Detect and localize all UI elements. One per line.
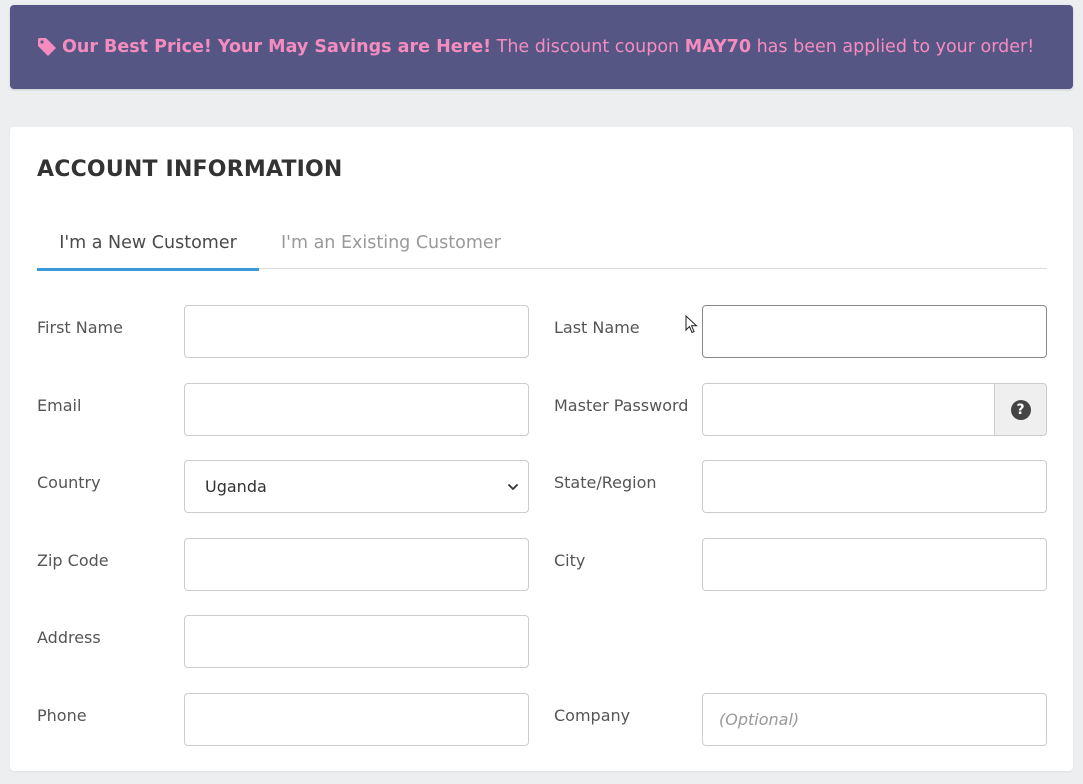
banner-text-after: has been applied to your order! xyxy=(756,37,1035,57)
first-name-input[interactable] xyxy=(184,305,529,358)
banner-text-before: The discount coupon xyxy=(496,37,680,57)
coupon-code: MAY70 xyxy=(684,37,752,57)
account-information-card: ACCOUNT INFORMATION I'm a New Customer I… xyxy=(10,127,1073,771)
chevron-down-icon xyxy=(508,484,518,490)
company-input[interactable] xyxy=(702,693,1047,746)
address-label: Address xyxy=(37,628,101,647)
password-help-button[interactable]: ? xyxy=(995,383,1047,436)
master-password-label: Master Password xyxy=(554,396,689,415)
company-label: Company xyxy=(554,706,631,725)
mouse-cursor-icon xyxy=(685,315,698,334)
last-name-input[interactable] xyxy=(702,305,1047,358)
master-password-input[interactable] xyxy=(702,383,995,436)
promo-banner: Our Best Price! Your May Savings are Her… xyxy=(10,5,1073,89)
customer-tabs: I'm a New Customer I'm an Existing Custo… xyxy=(37,225,1047,271)
country-selected-value: Uganda xyxy=(205,477,267,496)
email-input[interactable] xyxy=(184,383,529,436)
tag-icon xyxy=(38,38,56,56)
email-label: Email xyxy=(37,396,82,415)
first-name-label: First Name xyxy=(37,318,123,337)
country-label: Country xyxy=(37,473,101,492)
tab-existing-customer[interactable]: I'm an Existing Customer xyxy=(281,225,501,268)
city-label: City xyxy=(554,551,586,570)
tab-new-customer[interactable]: I'm a New Customer xyxy=(37,225,259,271)
phone-label: Phone xyxy=(37,706,87,725)
state-region-label: State/Region xyxy=(554,473,657,492)
country-select[interactable]: Uganda xyxy=(184,460,529,513)
banner-headline: Our Best Price! Your May Savings are Her… xyxy=(62,37,492,57)
phone-input[interactable] xyxy=(184,693,529,746)
city-input[interactable] xyxy=(702,538,1047,591)
address-input[interactable] xyxy=(184,615,529,668)
state-region-input[interactable] xyxy=(702,460,1047,513)
last-name-label: Last Name xyxy=(554,318,640,337)
question-circle-icon: ? xyxy=(1010,399,1031,420)
zip-code-input[interactable] xyxy=(184,538,529,591)
section-title: ACCOUNT INFORMATION xyxy=(37,157,343,182)
zip-code-label: Zip Code xyxy=(37,551,109,570)
